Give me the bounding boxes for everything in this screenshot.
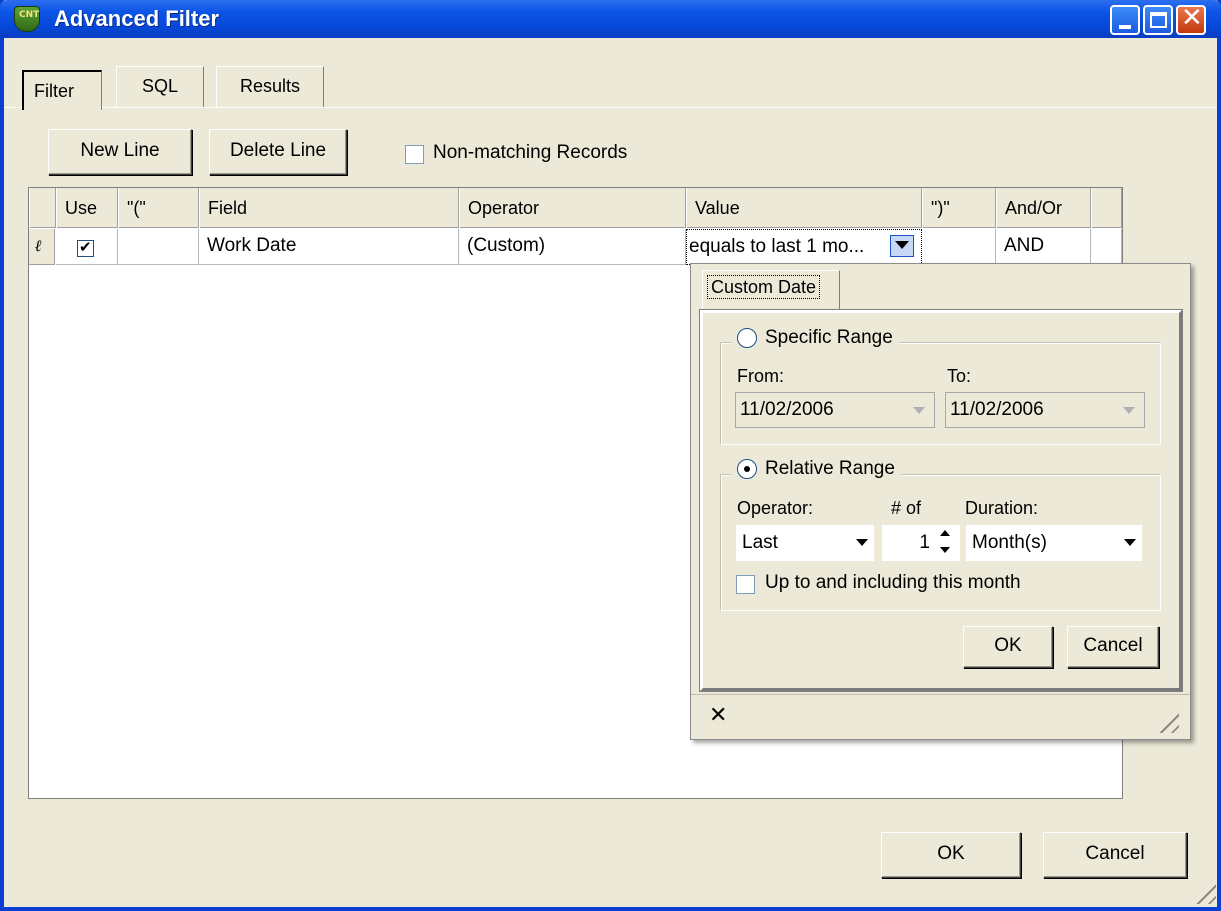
- relative-range-option[interactable]: Relative Range: [731, 458, 901, 480]
- minimize-icon: [1119, 25, 1131, 29]
- ok-label: OK: [937, 843, 965, 864]
- from-date-value: 11/02/2006: [740, 399, 834, 420]
- operator-cell[interactable]: (Custom): [459, 229, 686, 265]
- include-this-month-label[interactable]: Up to and including this month: [765, 572, 1021, 594]
- non-matching-records-checkbox[interactable]: [405, 145, 424, 164]
- minimize-button[interactable]: [1110, 5, 1140, 35]
- column-header-close-paren[interactable]: ")": [922, 188, 996, 228]
- close-paren-cell[interactable]: [922, 229, 996, 265]
- row-edit-indicator[interactable]: ℓ: [29, 229, 55, 265]
- relative-range-label: Relative Range: [765, 458, 895, 479]
- relative-range-radio[interactable]: [737, 458, 757, 479]
- from-date-picker[interactable]: 11/02/2006: [735, 392, 935, 428]
- specific-range-option[interactable]: Specific Range: [731, 327, 899, 349]
- window-title: Advanced Filter: [54, 6, 220, 31]
- column-header-spacer: [1091, 188, 1122, 228]
- column-header-and-or[interactable]: And/Or: [996, 188, 1091, 228]
- value-cell[interactable]: equals to last 1 mo...: [686, 229, 922, 265]
- count-value: 1: [919, 532, 930, 553]
- column-header-open-paren[interactable]: "(": [118, 188, 199, 228]
- tab-filter[interactable]: Filter: [22, 70, 102, 110]
- maximize-button[interactable]: [1143, 5, 1173, 35]
- close-icon: ✕: [1181, 3, 1203, 33]
- close-button[interactable]: ✕: [1176, 3, 1206, 35]
- specific-range-radio[interactable]: [737, 327, 757, 348]
- include-this-month-checkbox[interactable]: [736, 575, 755, 594]
- popup-ok-label: OK: [994, 635, 1022, 656]
- from-label: From:: [737, 366, 784, 386]
- tab-custom-date[interactable]: Custom Date: [702, 270, 840, 310]
- custom-date-popup: Custom Date Specific Range From: To: 11/…: [690, 263, 1191, 740]
- spin-up-icon[interactable]: [937, 527, 953, 541]
- tab-results[interactable]: Results: [216, 66, 324, 107]
- to-label: To:: [947, 366, 972, 386]
- chevron-down-icon: [1123, 407, 1135, 414]
- column-header-value[interactable]: Value: [686, 188, 922, 228]
- relative-operator-value: Last: [742, 532, 778, 553]
- resize-grip-icon[interactable]: [1155, 709, 1179, 733]
- pencil-icon: ℓ: [35, 236, 42, 255]
- spin-down-icon[interactable]: [937, 544, 953, 558]
- chevron-down-icon: [913, 407, 925, 414]
- custom-date-panel: Specific Range From: To: 11/02/2006 11/0…: [699, 309, 1183, 692]
- duration-value: Month(s): [972, 532, 1047, 553]
- new-line-button[interactable]: New Line: [48, 129, 192, 175]
- grid-header: Use "(" Field Operator Value ")" And/Or: [29, 188, 1122, 228]
- row-indicator-header: [29, 188, 56, 228]
- ok-button[interactable]: OK: [881, 832, 1021, 878]
- and-or-cell[interactable]: AND: [996, 229, 1091, 265]
- checkmark-icon: ✔: [79, 238, 92, 256]
- cancel-label: Cancel: [1085, 843, 1145, 864]
- popup-cancel-button[interactable]: Cancel: [1067, 626, 1159, 668]
- custom-date-tab-label: Custom Date: [707, 275, 821, 299]
- maximize-icon: [1150, 12, 1167, 28]
- chevron-down-icon: [856, 539, 868, 546]
- duration-label: Duration:: [965, 498, 1039, 518]
- duration-select[interactable]: Month(s): [965, 524, 1143, 562]
- window-resize-grip-icon[interactable]: [1192, 880, 1216, 904]
- tab-panel-edge: [4, 107, 1217, 108]
- new-line-label: New Line: [80, 140, 160, 161]
- row-spacer-cell: [1091, 229, 1122, 265]
- chevron-down-icon: [895, 241, 909, 249]
- to-date-value: 11/02/2006: [950, 399, 1044, 420]
- use-checkbox[interactable]: ✔: [77, 238, 94, 257]
- column-header-operator[interactable]: Operator: [459, 188, 686, 228]
- relative-operator-select[interactable]: Last: [735, 524, 875, 562]
- open-paren-cell[interactable]: [118, 229, 199, 265]
- delete-line-button[interactable]: Delete Line: [209, 129, 347, 175]
- value-dropdown-button[interactable]: [890, 235, 914, 257]
- count-label: # of: [891, 498, 922, 518]
- specific-range-label: Specific Range: [765, 327, 893, 348]
- popup-ok-button[interactable]: OK: [963, 626, 1053, 668]
- popup-cancel-label: Cancel: [1083, 635, 1143, 656]
- popup-close-icon[interactable]: ✕: [709, 703, 727, 728]
- column-header-use[interactable]: Use: [56, 188, 118, 228]
- to-date-picker[interactable]: 11/02/2006: [945, 392, 1145, 428]
- operator-label: Operator:: [737, 498, 814, 518]
- non-matching-records-label[interactable]: Non-matching Records: [433, 142, 627, 164]
- field-cell[interactable]: Work Date: [199, 229, 459, 265]
- delete-line-label: Delete Line: [229, 140, 327, 161]
- column-header-field[interactable]: Field: [199, 188, 459, 228]
- app-shield-icon: CNT: [14, 6, 40, 32]
- cancel-button[interactable]: Cancel: [1043, 832, 1187, 878]
- popup-footer: ✕: [691, 694, 1190, 739]
- title-bar[interactable]: CNT Advanced Filter ✕: [0, 0, 1221, 38]
- chevron-down-icon: [1124, 539, 1136, 546]
- tab-sql[interactable]: SQL: [116, 66, 204, 107]
- advanced-filter-window: CNT Advanced Filter ✕ SQL Results Filter…: [0, 0, 1221, 911]
